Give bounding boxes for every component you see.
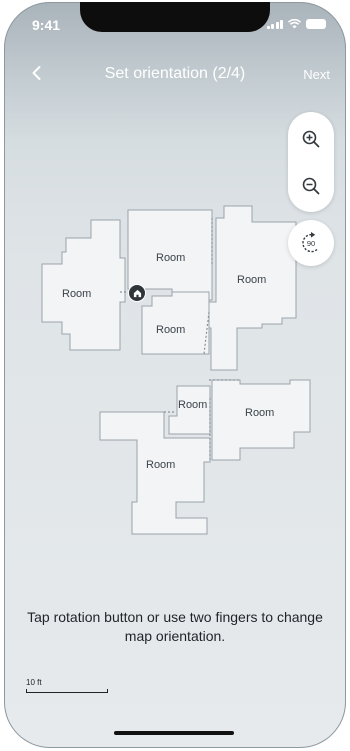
room-label: Room <box>146 459 176 471</box>
scale-label: 10 ft <box>26 678 42 687</box>
room-shape <box>208 205 297 371</box>
zoom-in-icon <box>302 130 320 148</box>
zoom-in-button[interactable] <box>288 116 334 162</box>
room-shape <box>141 291 210 355</box>
home-icon <box>133 289 141 297</box>
room-label: Room <box>237 274 267 286</box>
home-dock-pin[interactable] <box>128 284 146 302</box>
zoom-out-button[interactable] <box>288 163 334 209</box>
home-indicator[interactable] <box>114 731 234 735</box>
rotate-button[interactable]: 90 <box>288 220 334 266</box>
room-shape <box>41 219 126 351</box>
zoom-out-icon <box>302 177 320 195</box>
instruction-text: Tap rotation button or use two fingers t… <box>27 609 323 644</box>
rotate-value-label: 90 <box>307 239 315 248</box>
room-shape <box>211 379 311 461</box>
scale-bar <box>26 689 108 693</box>
phone-screen: 9:41 Set orientation (2/4) Next Room Roo… <box>4 2 346 748</box>
rotate-icon: 90 <box>302 232 318 253</box>
room-label: Room <box>245 407 275 419</box>
zoom-controls <box>288 112 334 212</box>
room-label: Room <box>178 399 208 411</box>
room-label: Room <box>156 324 186 336</box>
room-label: Room <box>156 252 186 264</box>
room-label: Room <box>62 288 92 300</box>
